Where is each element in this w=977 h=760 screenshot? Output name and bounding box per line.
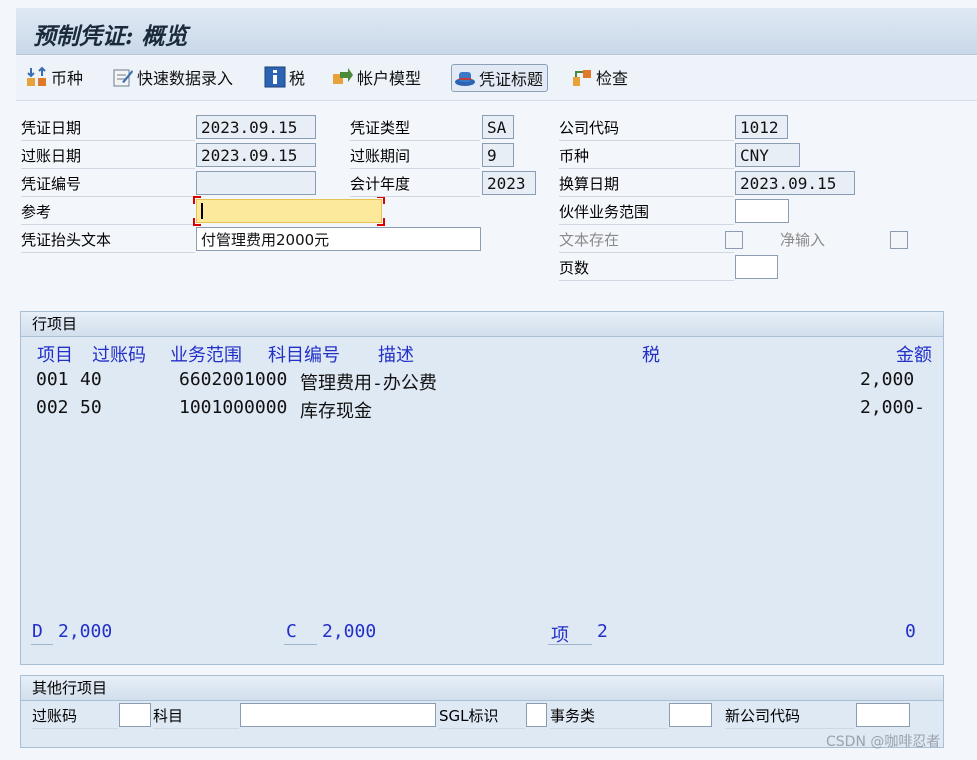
row-posting-key: 40: [80, 369, 102, 390]
row-amount: 2,000-: [860, 397, 926, 418]
trading-partner-input[interactable]: [735, 199, 789, 223]
col-account: 科目编号: [268, 345, 340, 366]
doc-date-label: 凭证日期: [21, 116, 195, 141]
other-posting-key-label: 过账码: [32, 704, 118, 729]
currency-icon: [26, 66, 48, 88]
edit-form-icon: [112, 66, 134, 88]
translation-date-label: 换算日期: [559, 172, 734, 197]
header-text-input[interactable]: 付管理费用2000元: [196, 227, 481, 251]
col-description: 描述: [378, 345, 414, 366]
line-items-header: 行项目: [21, 312, 943, 337]
document-header-button[interactable]: 凭证标题: [451, 64, 549, 92]
reference-input[interactable]: [196, 199, 382, 223]
row-amount: 2,000: [860, 369, 915, 390]
debit-total: 2,000: [58, 621, 113, 642]
debit-underline: [31, 644, 53, 645]
transaction-type-label: 事务类: [550, 704, 668, 729]
currency-field[interactable]: CNY: [735, 143, 800, 167]
pages-input[interactable]: [735, 255, 778, 279]
posting-date-field[interactable]: 2023.09.15: [196, 143, 316, 167]
posting-period-label: 过账期间: [350, 144, 480, 169]
net-entry-checkbox[interactable]: [890, 231, 908, 249]
new-company-input[interactable]: [856, 703, 910, 727]
translation-date-field[interactable]: 2023.09.15: [735, 171, 855, 195]
focus-corner: [377, 196, 385, 204]
sgl-label: SGL标识: [439, 704, 525, 729]
posting-date-label: 过账日期: [21, 144, 195, 169]
credit-label: C: [286, 621, 297, 642]
doc-type-label: 凭证类型: [350, 116, 480, 141]
doc-number-label: 凭证编号: [21, 172, 195, 197]
balance: 0: [905, 621, 916, 642]
doc-number-field[interactable]: [196, 171, 316, 195]
company-code-field[interactable]: 1012: [735, 115, 788, 139]
other-account-label: 科目: [153, 704, 239, 729]
hat-icon: [454, 67, 476, 89]
col-posting-key: 过账码: [92, 345, 146, 366]
tax-button[interactable]: 税: [264, 64, 305, 90]
focus-corner: [193, 196, 201, 204]
col-tax: 税: [642, 345, 660, 366]
other-account-input[interactable]: [240, 703, 436, 727]
currency-button[interactable]: 币种: [26, 64, 83, 90]
account-model-button[interactable]: 帐户模型: [332, 64, 421, 90]
header-text-label: 凭证抬头文本: [21, 228, 195, 253]
row-posting-key: 50: [80, 397, 102, 418]
pages-label: 页数: [559, 256, 734, 281]
text-cursor: [201, 203, 203, 219]
fiscal-year-label: 会计年度: [350, 172, 480, 197]
other-items-header: 其他行项目: [21, 676, 943, 701]
title-bar: 预制凭证: 概览: [16, 8, 977, 55]
check-button[interactable]: 检查: [571, 64, 628, 90]
fast-entry-button[interactable]: 快速数据录入: [112, 64, 233, 90]
row-item: 002: [36, 397, 69, 418]
sgl-input[interactable]: [526, 703, 547, 727]
col-amount: 金额: [896, 345, 932, 366]
page-title: 预制凭证: 概览: [33, 23, 188, 50]
reference-label: 参考: [21, 200, 195, 225]
account-model-icon: [332, 66, 354, 88]
items-count: 2: [597, 621, 608, 642]
company-code-label: 公司代码: [559, 116, 734, 141]
transaction-type-input[interactable]: [669, 703, 712, 727]
row-description: 管理费用-办公费: [300, 373, 437, 394]
net-entry-label: 净输入: [780, 231, 826, 249]
debit-label: D: [32, 621, 43, 642]
col-business-area: 业务范围: [170, 345, 242, 366]
check-icon: [571, 66, 593, 88]
doc-type-field[interactable]: SA: [482, 115, 514, 139]
credit-underline: [284, 644, 317, 645]
row-description: 库存现金: [300, 401, 372, 422]
credit-total: 2,000: [322, 621, 377, 642]
currency-label: 币种: [559, 144, 734, 169]
new-company-label: 新公司代码: [725, 704, 855, 729]
posting-period-field[interactable]: 9: [482, 143, 514, 167]
text-exists-label: 文本存在: [559, 228, 734, 253]
toolbar: 币种 快速数据录入 税 帐户模型 凭证标题 检查: [16, 56, 977, 101]
row-account: 1001000000: [179, 397, 288, 418]
info-icon: [264, 66, 286, 88]
doc-date-field[interactable]: 2023.09.15: [196, 115, 316, 139]
col-item: 项目: [37, 345, 73, 366]
text-exists-checkbox[interactable]: [725, 231, 743, 249]
fiscal-year-field[interactable]: 2023: [482, 171, 536, 195]
row-item: 001: [36, 369, 69, 390]
items-underline: [548, 644, 592, 645]
watermark: CSDN @咖啡忍者: [826, 734, 941, 750]
focus-corner: [377, 218, 385, 226]
row-account: 6602001000: [179, 369, 288, 390]
trading-partner-label: 伙伴业务范围: [559, 200, 734, 225]
line-items-group: 行项目: [20, 311, 944, 665]
other-posting-key-input[interactable]: [119, 703, 151, 727]
focus-corner: [193, 218, 201, 226]
